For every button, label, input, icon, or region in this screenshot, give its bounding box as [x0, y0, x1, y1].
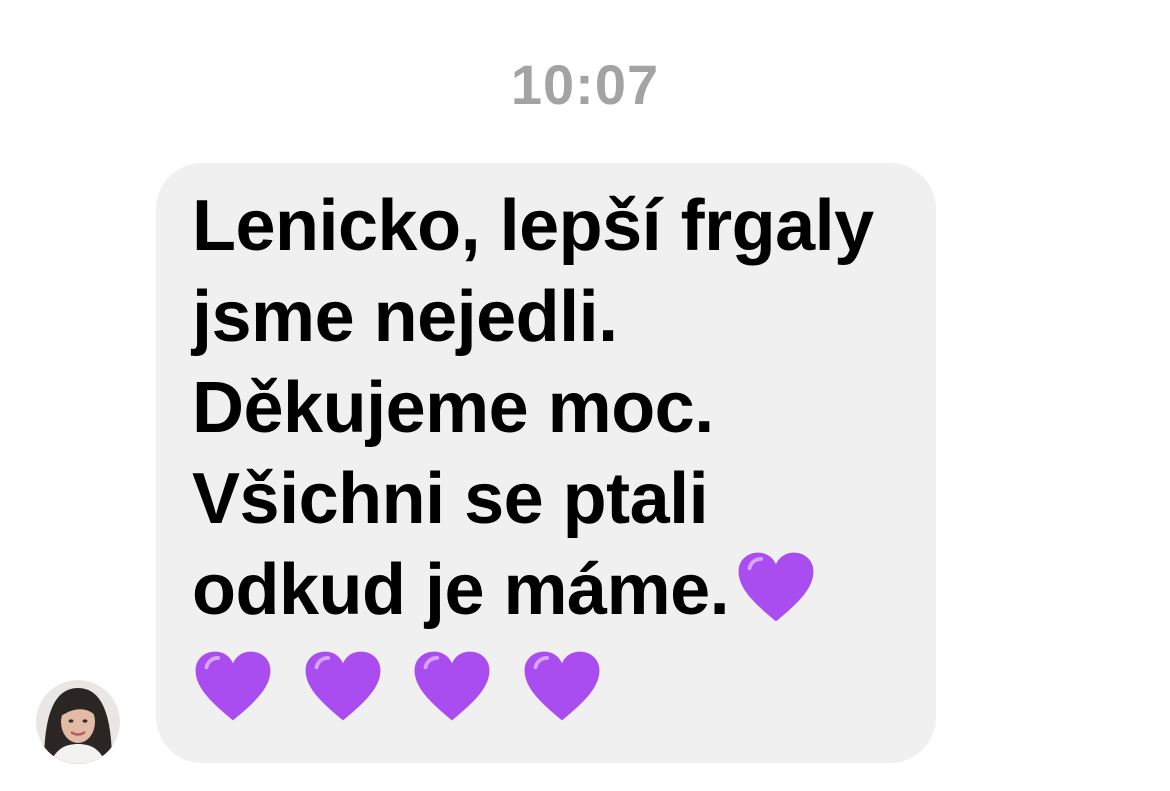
- sender-avatar[interactable]: [36, 680, 120, 764]
- message-line: Děkujeme moc.: [192, 368, 714, 448]
- avatar-photo-icon: [36, 680, 120, 764]
- purple-heart-icon: [413, 649, 491, 723]
- message-line: Lenicko, lepší frgaly: [192, 186, 874, 266]
- message-line: Všichni se ptali: [192, 459, 709, 539]
- message-line: odkud je máme.: [192, 550, 730, 630]
- purple-heart-icon: [304, 649, 382, 723]
- message-last-text-line: odkud je máme.: [192, 545, 906, 636]
- message-timestamp: 10:07: [510, 53, 660, 116]
- purple-heart-icon: [523, 649, 601, 723]
- message-bubble[interactable]: Lenicko, lepší frgaly jsme nejedli. Děku…: [156, 163, 936, 763]
- message-line: jsme nejedli.: [192, 277, 618, 357]
- hearts-row: [194, 636, 906, 727]
- purple-heart-icon: [194, 649, 272, 723]
- purple-heart-icon: [737, 550, 815, 624]
